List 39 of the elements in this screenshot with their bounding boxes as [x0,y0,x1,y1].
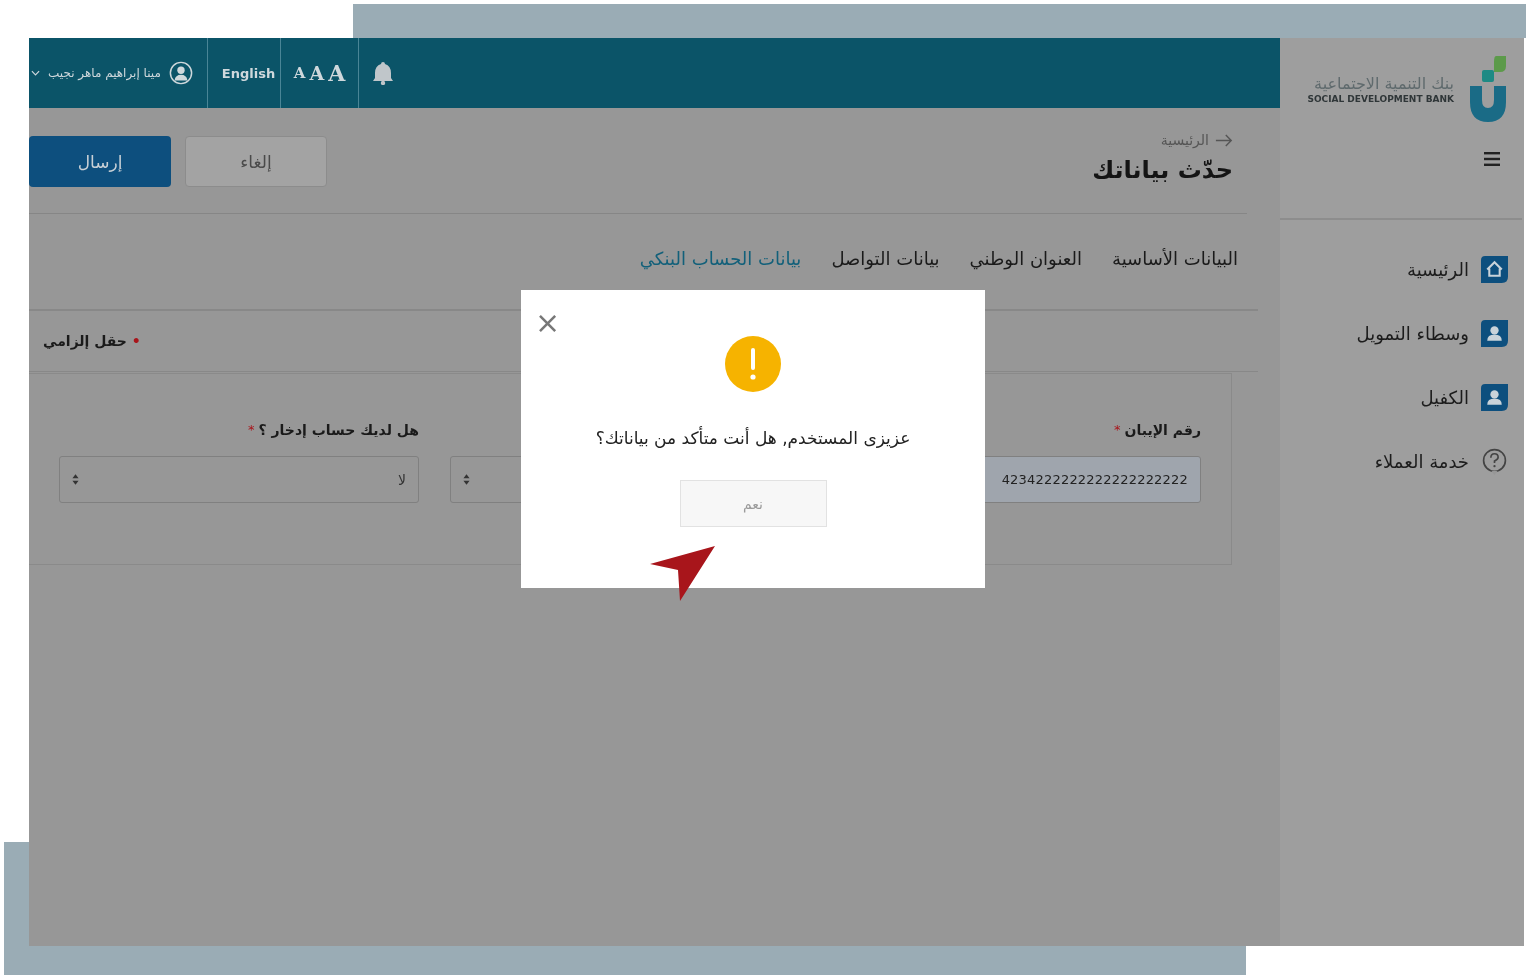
arrow-icon [1215,133,1233,147]
tab[interactable]: بيانات التواصل [831,248,940,269]
field-label: رقم الإيبان [1124,422,1201,438]
page-title: حدّث بياناتك [1092,156,1233,184]
language-link[interactable]: English [207,38,281,108]
chevron-down-icon [31,70,40,76]
required-mark: * [248,422,255,437]
font-size-button[interactable]: A [292,64,307,82]
submit-button[interactable]: إرسال [29,136,171,187]
person-icon [1481,383,1508,411]
close-button[interactable]: × [531,308,565,338]
select-field[interactable]: لا [59,456,419,503]
cursor-arrow-icon [650,546,716,602]
menu-icon[interactable] [1484,152,1500,166]
logo-name: بنك التنمية الاجتماعية [1314,74,1454,94]
warning-icon [725,336,781,392]
nav-item[interactable]: الكفيل [1420,376,1508,418]
avatar-icon [168,61,193,85]
home-icon [1481,255,1508,283]
logo-icon [1468,56,1508,122]
help-icon [1481,447,1508,475]
sort-arrows-icon [72,474,79,485]
font-size-button[interactable]: A [327,60,347,86]
nav-item[interactable]: خدمة العملاء [1374,440,1508,482]
sort-arrows-icon [463,474,470,485]
required-mark: * [1114,422,1121,437]
tab[interactable]: العنوان الوطني [969,248,1082,269]
notification-bell-icon[interactable] [373,61,394,85]
tab[interactable]: البيانات الأساسية [1112,248,1238,269]
nav-item[interactable]: وسطاء التمويل [1356,312,1508,354]
logo-subtitle: SOCIAL DEVELOPMENT BANK [1307,93,1454,104]
required-field-note: • حقل إلزامي [43,333,141,349]
cancel-button[interactable]: إلغاء [185,136,327,187]
nav-item[interactable]: الرئيسية [1407,248,1508,290]
user-menu[interactable]: مينا إبراهيم ماهر نجيب [29,38,208,108]
font-size-button[interactable]: A [308,62,326,84]
field-label: هل لديك حساب إدخار ؟ [258,422,419,438]
dialog-message: عزيزى المستخدم, هل أنت متأكد من بياناتك؟ [595,428,911,448]
person-icon [1481,319,1508,347]
